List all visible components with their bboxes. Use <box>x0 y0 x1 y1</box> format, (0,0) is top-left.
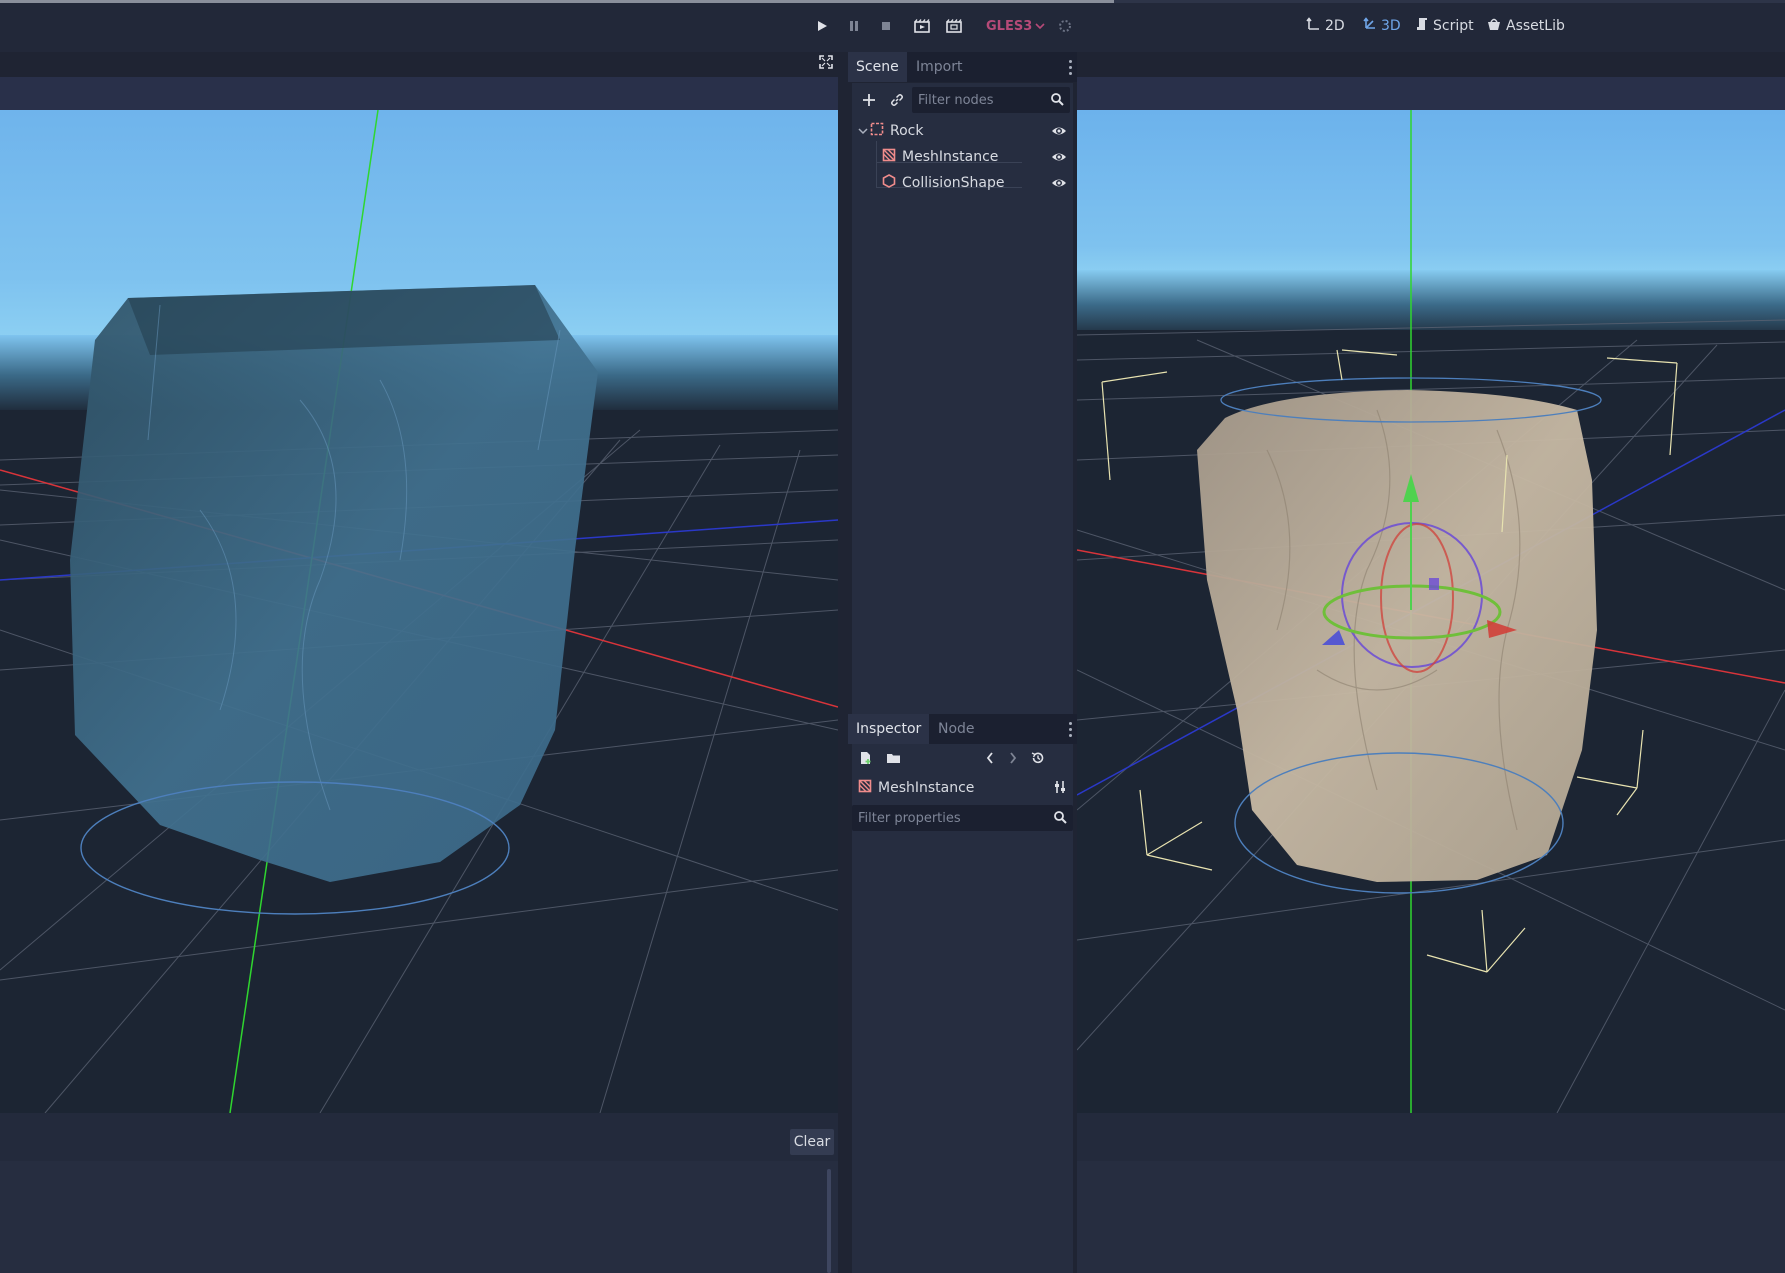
fullscreen-icon[interactable] <box>816 52 836 72</box>
visibility-icon[interactable] <box>1051 123 1067 143</box>
tree-item-rock[interactable]: Rock <box>852 119 1073 143</box>
top-toolbar: GLES3 2D 3D Script AssetLib <box>0 0 1785 52</box>
tab-node[interactable]: Node <box>930 714 983 744</box>
output-header: Clear <box>0 1113 838 1161</box>
node-label: MeshInstance <box>902 149 999 165</box>
viewport-header-right <box>1077 77 1785 110</box>
inspector-dock-tabs: Inspector Node <box>848 714 1077 744</box>
tab-scene[interactable]: Scene <box>848 52 907 82</box>
meshinstance-icon <box>858 779 872 797</box>
tab-script[interactable]: Script <box>1416 14 1474 38</box>
output-header-right <box>1077 1113 1785 1161</box>
progress-line-track <box>1114 0 1785 3</box>
tab-label: 2D <box>1325 18 1345 34</box>
node-label: CollisionShape <box>902 175 1005 191</box>
filter-properties-input[interactable]: Filter properties <box>852 805 1073 831</box>
open-folder-icon[interactable] <box>882 746 906 770</box>
output-log-right <box>1077 1161 1785 1273</box>
output-scrollbar[interactable] <box>827 1169 831 1273</box>
play-scene-icon[interactable] <box>911 14 933 38</box>
history-forward-icon[interactable] <box>1001 746 1025 770</box>
pause-icon[interactable] <box>844 14 864 38</box>
dock-menu-icon[interactable] <box>1065 58 1075 76</box>
tab-label: Import <box>916 59 963 75</box>
tree-item-meshinstance[interactable]: MeshInstance <box>852 145 1073 169</box>
node-label: Rock <box>890 123 924 139</box>
scene-tree: Rock MeshInstance CollisionShape <box>852 117 1073 757</box>
object-label: MeshInstance <box>878 780 975 796</box>
visibility-icon[interactable] <box>1051 175 1067 195</box>
search-icon <box>1050 92 1064 110</box>
spinner-icon <box>1055 14 1075 38</box>
script-icon <box>1416 17 1428 35</box>
visibility-icon[interactable] <box>1051 149 1067 169</box>
tab-label: Scene <box>856 59 899 75</box>
tab-label: AssetLib <box>1506 18 1565 34</box>
progress-line <box>0 0 1114 3</box>
clear-label: Clear <box>793 1134 831 1150</box>
3d-viewport-right[interactable] <box>1077 110 1785 1113</box>
history-back-icon[interactable] <box>978 746 1002 770</box>
history-icon[interactable] <box>1026 746 1050 770</box>
inspector-properties <box>852 837 1073 1273</box>
scene-dock: Scene Import Filter nodes Rock MeshInsta… <box>848 52 1077 1273</box>
clear-button[interactable]: Clear <box>790 1129 834 1155</box>
tab-import[interactable]: Import <box>908 52 970 82</box>
add-node-icon[interactable] <box>857 88 881 112</box>
output-log <box>0 1161 838 1273</box>
filter-properties-placeholder: Filter properties <box>858 810 961 826</box>
scene-dock-tabs: Scene Import <box>848 52 1077 82</box>
viewport-header-left <box>0 77 838 110</box>
tab-inspector[interactable]: Inspector <box>848 714 930 744</box>
filter-nodes-input[interactable]: Filter nodes <box>912 87 1070 113</box>
play-icon[interactable] <box>812 14 832 38</box>
instance-scene-icon[interactable] <box>885 88 909 112</box>
tab-label: 3D <box>1381 18 1401 34</box>
tree-item-collisionshape[interactable]: CollisionShape <box>852 171 1073 195</box>
tab-assetlib[interactable]: AssetLib <box>1487 14 1565 38</box>
chevron-down-icon[interactable] <box>858 123 868 139</box>
inspected-object[interactable]: MeshInstance <box>852 775 1073 801</box>
renderer-label: GLES3 <box>986 18 1033 34</box>
collisionshape-icon <box>882 174 896 192</box>
scene-toolbar: Filter nodes <box>852 83 1073 117</box>
output-panel: Clear <box>0 1113 838 1273</box>
dock-menu-icon[interactable] <box>1065 720 1075 738</box>
renderer-select[interactable]: GLES3 <box>986 14 1045 38</box>
tab-label: Inspector <box>856 721 922 737</box>
2d-icon <box>1306 17 1320 35</box>
spatial-node-icon <box>870 122 884 140</box>
3d-icon <box>1362 17 1376 35</box>
output-panel-right <box>1077 1113 1785 1273</box>
filter-nodes-placeholder: Filter nodes <box>918 92 994 108</box>
3d-viewport-left[interactable] <box>0 110 838 1113</box>
tab-label: Node <box>938 721 975 737</box>
search-icon <box>1053 810 1067 828</box>
tab-2d[interactable]: 2D <box>1306 14 1345 38</box>
chevron-down-icon <box>1035 20 1045 33</box>
stop-icon[interactable] <box>876 14 896 38</box>
meshinstance-icon <box>882 148 896 166</box>
tab-3d[interactable]: 3D <box>1362 14 1401 38</box>
new-resource-icon[interactable] <box>854 746 878 770</box>
play-custom-scene-icon[interactable] <box>943 14 965 38</box>
inspector-toolbar: MeshInstance Filter properties <box>852 745 1073 837</box>
tab-label: Script <box>1433 18 1474 34</box>
object-tools-icon[interactable] <box>1053 780 1067 798</box>
assetlib-icon <box>1487 17 1501 35</box>
